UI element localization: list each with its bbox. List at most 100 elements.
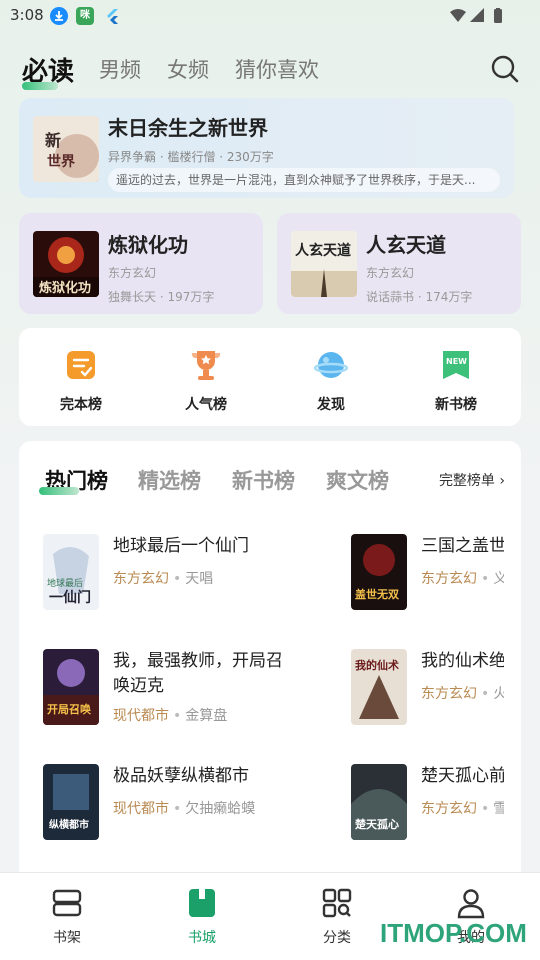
book-meta: 东方玄幻 • 雪 <box>421 798 504 818</box>
book-meta: 独舞长天 · 197万字 <box>108 290 215 304</box>
book-cover: 楚天孤心 <box>351 764 407 840</box>
svg-text:地球最后: 地球最后 <box>47 577 83 589</box>
download-notification-icon <box>50 7 68 25</box>
shortcut-discover[interactable]: 发现 <box>291 348 371 418</box>
book-meta: 现代都市 • 金算盘 <box>113 708 228 724</box>
status-time: 3:08 <box>10 6 44 24</box>
rank-list: 地球最后 一仙门 地球最后一个仙门 东方玄幻 • 天唱 开局召唤 我，最强教师，开局召… <box>19 441 504 881</box>
tab-male[interactable]: 男频 <box>99 54 141 84</box>
tab-active-indicator <box>22 82 58 90</box>
rank-book-item[interactable]: 盖世无双 三国之盖世 东方玄幻 • 义 <box>351 534 504 614</box>
book-category: 东方玄幻 <box>113 571 169 587</box>
checklist-icon <box>67 351 95 379</box>
book-title: 我的仙术绝 <box>421 651 504 671</box>
book-card-renxuan[interactable]: 人玄天道 人玄天道 东方玄幻 说话蒜书 · 174万字 <box>277 213 521 314</box>
book-category: 东方玄幻 <box>366 266 415 280</box>
shortcut-label: 新书榜 <box>435 397 477 413</box>
book-title: 三国之盖世 <box>421 536 504 556</box>
book-title: 人玄天道 <box>366 233 446 257</box>
book-cover: 盖世无双 <box>351 534 407 610</box>
featured-book-card[interactable]: 新 世界 末日余生之新世界 异界争霸 · 槛楼行僧 · 230万字 遥远的过去，… <box>19 98 514 198</box>
book-category: 现代都市 <box>113 708 169 724</box>
svg-text:一仙门: 一仙门 <box>49 589 91 606</box>
svg-text:新: 新 <box>45 131 61 150</box>
book-title: 我，最强教师，开局召唤迈克 <box>113 651 283 696</box>
featured-title: 末日余生之新世界 <box>108 116 268 140</box>
shortcut-popular-rank[interactable]: 人气榜 <box>166 348 246 418</box>
book-title: 地球最后一个仙门 <box>113 536 249 556</box>
book-meta: 说话蒜书 · 174万字 <box>366 290 473 304</box>
book-title: 楚天孤心前 <box>421 766 504 786</box>
nav-bookshelf[interactable]: 书架 <box>27 887 107 947</box>
book-category: 东方玄幻 <box>108 266 157 280</box>
tab-female[interactable]: 女频 <box>167 54 209 84</box>
watermark: ITMOP.COM <box>380 918 527 948</box>
book-meta: 东方玄幻 • 火 <box>421 683 504 703</box>
app-notification-icon: 咪 <box>76 7 94 25</box>
svg-text:NEW: NEW <box>446 357 467 366</box>
book-author: 天唱 <box>185 571 214 587</box>
book-author: 欠抽癞蛤蟆 <box>185 801 256 817</box>
status-bar: 3:08 咪 <box>0 0 540 34</box>
featured-description: 遥远的过去，世界是一片混沌，直到众神赋予了世界秩序，于是天... <box>108 168 500 192</box>
book-cover: 开局召唤 <box>43 649 99 725</box>
shortcut-label: 完本榜 <box>60 397 102 413</box>
book-cover: 人玄天道 <box>291 231 357 297</box>
nav-category[interactable]: 分类 <box>297 887 377 947</box>
planet-icon <box>314 352 348 378</box>
book-category: 东方玄幻 <box>421 686 477 702</box>
book-author: 金算盘 <box>185 708 228 724</box>
book-category: 东方玄幻 <box>421 801 477 817</box>
nav-bookstore[interactable]: 书城 <box>162 887 242 947</box>
book-cover: 我的仙术 <box>351 649 407 725</box>
book-cover: 炼狱化功 <box>33 231 99 297</box>
book-cover: 新 世界 <box>33 116 99 182</box>
top-tabs: 必读 男频 女频 猜你喜欢 <box>0 44 540 94</box>
nav-label: 书架 <box>53 930 81 946</box>
rank-book-item[interactable]: 我的仙术 我的仙术绝 东方玄幻 • 火 <box>351 649 504 729</box>
svg-text:楚天孤心: 楚天孤心 <box>355 817 399 831</box>
new-badge-icon: NEW <box>443 351 469 379</box>
nav-label: 分类 <box>323 930 351 946</box>
trophy-icon <box>191 351 221 380</box>
rank-shortcuts: 完本榜 人气榜 发现 NEW 新书榜 <box>19 328 521 426</box>
book-title: 极品妖孽纵横都市 <box>113 766 249 786</box>
signal-battery-icon <box>450 8 502 23</box>
rank-book-item[interactable]: 地球最后 一仙门 地球最后一个仙门 东方玄幻 • 天唱 <box>43 534 343 614</box>
book-meta: 东方玄幻 • 天唱 <box>113 571 214 587</box>
svg-text:纵横都市: 纵横都市 <box>49 818 89 831</box>
book-author: 义 <box>493 571 504 587</box>
book-author: 雪 <box>493 801 504 817</box>
category-icon <box>322 888 352 918</box>
book-category: 现代都市 <box>113 801 169 817</box>
book-author: 火 <box>493 686 504 702</box>
search-icon[interactable] <box>490 54 520 84</box>
svg-text:人玄天道: 人玄天道 <box>295 242 351 259</box>
book-meta: 现代都市 • 欠抽癞蛤蟆 <box>113 801 256 817</box>
svg-text:我的仙术: 我的仙术 <box>355 658 399 672</box>
book-card-liangyu[interactable]: 炼狱化功 炼狱化功 东方玄幻 独舞长天 · 197万字 <box>19 213 263 314</box>
rank-panel: 热门榜 精选榜 新书榜 爽文榜 完整榜单 › 地球最后 一仙门 地球最后一个仙门 … <box>19 441 521 881</box>
book-category: 东方玄幻 <box>421 571 477 587</box>
flutter-notification-icon <box>104 7 122 25</box>
shortcut-label: 人气榜 <box>185 397 227 413</box>
shortcut-new-books-rank[interactable]: NEW 新书榜 <box>416 348 496 418</box>
svg-text:盖世无双: 盖世无双 <box>355 587 399 601</box>
svg-text:炼狱化功: 炼狱化功 <box>39 280 91 296</box>
shortcut-label: 发现 <box>317 397 345 413</box>
featured-meta: 异界争霸 · 槛楼行僧 · 230万字 <box>108 150 274 164</box>
book-cover: 纵横都市 <box>43 764 99 840</box>
svg-text:开局召唤: 开局召唤 <box>47 702 91 716</box>
shortcut-completed-rank[interactable]: 完本榜 <box>41 348 121 418</box>
rank-book-item[interactable]: 开局召唤 我，最强教师，开局召唤迈克 现代都市 • 金算盘 <box>43 649 343 729</box>
rank-book-item[interactable]: 楚天孤心 楚天孤心前 东方玄幻 • 雪 <box>351 764 504 844</box>
book-cover: 地球最后 一仙门 <box>43 534 99 610</box>
book-meta: 东方玄幻 • 义 <box>421 568 504 588</box>
svg-text:世界: 世界 <box>47 153 76 170</box>
book-title: 炼狱化功 <box>108 233 188 257</box>
profile-icon <box>457 889 485 919</box>
nav-label: 书城 <box>188 930 216 946</box>
bookshelf-icon <box>52 889 82 917</box>
rank-book-item[interactable]: 纵横都市 极品妖孽纵横都市 现代都市 • 欠抽癞蛤蟆 <box>43 764 343 844</box>
tab-guess-you-like[interactable]: 猜你喜欢 <box>235 54 319 84</box>
